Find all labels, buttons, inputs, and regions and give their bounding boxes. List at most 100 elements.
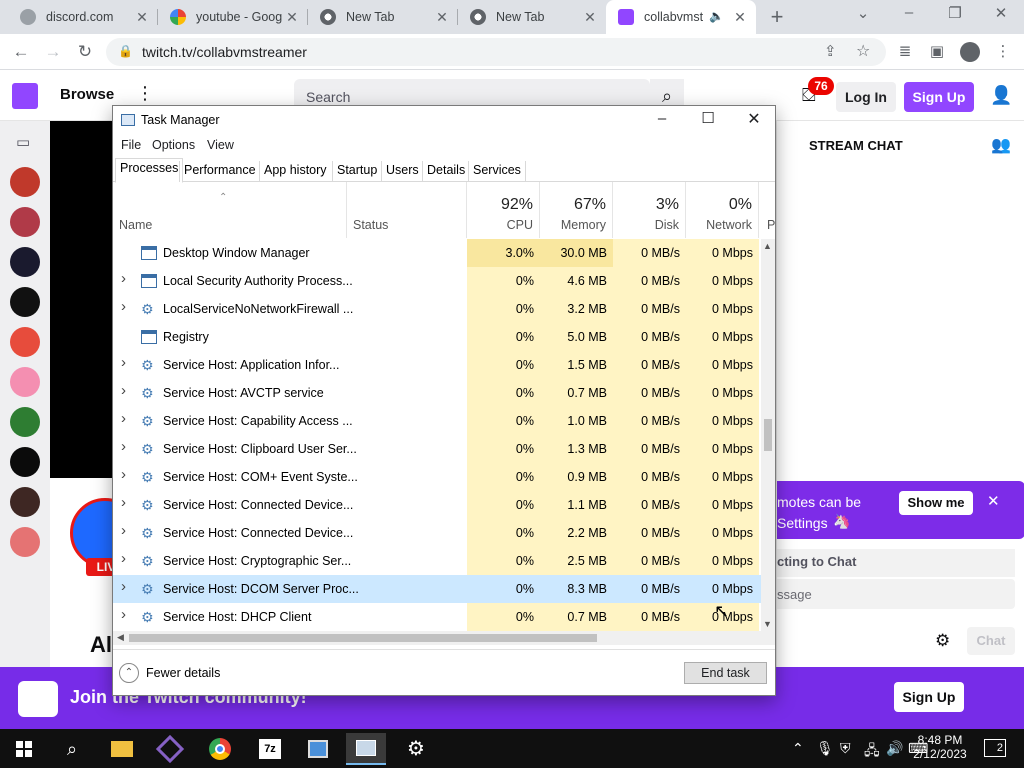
process-row[interactable]: Registry 0% 5.0 MB 0 MB/s 0 Mbps: [113, 323, 763, 351]
address-bar[interactable]: 🔒 twitch.tv/collabvmstreamer ⇪ ☆: [106, 38, 886, 66]
chrome-icon[interactable]: [200, 733, 240, 765]
browse-link[interactable]: Browse: [60, 86, 114, 103]
column-header-power[interactable]: P: [759, 182, 775, 238]
scroll-down-icon[interactable]: ▼: [763, 619, 772, 629]
end-task-button[interactable]: End task: [684, 662, 767, 684]
bookmark-star-icon[interactable]: ☆: [856, 41, 870, 61]
tab-search-icon[interactable]: ⌄: [848, 4, 878, 22]
more-icon[interactable]: ⋮: [136, 83, 154, 104]
expand-chevron-icon[interactable]: ›: [121, 522, 126, 539]
close-window-icon[interactable]: ✕: [986, 4, 1016, 22]
column-header-network[interactable]: 0% Network: [686, 182, 759, 238]
expand-chevron-icon[interactable]: ›: [121, 578, 126, 595]
restore-icon[interactable]: ❐: [940, 4, 970, 22]
chat-send-button[interactable]: Chat: [967, 627, 1015, 655]
user-icon[interactable]: 👤: [990, 85, 1012, 106]
avatar[interactable]: [10, 207, 40, 237]
task-manager-taskbar-icon[interactable]: [346, 733, 386, 765]
expand-chevron-icon[interactable]: ›: [121, 550, 126, 567]
reading-list-icon[interactable]: ≣: [896, 43, 914, 61]
scroll-up-icon[interactable]: ▲: [763, 241, 772, 251]
close-banner-icon[interactable]: ✕: [987, 492, 1000, 510]
join-signup-button[interactable]: Sign Up: [894, 682, 964, 712]
avatar[interactable]: [10, 487, 40, 517]
network-app-icon[interactable]: [298, 733, 338, 765]
more-menu-icon[interactable]: ⋮: [994, 43, 1012, 61]
visual-studio-icon[interactable]: [150, 733, 190, 765]
avatar[interactable]: [10, 367, 40, 397]
process-row[interactable]: › Local Security Authority Process... 0% 4.…: [113, 267, 763, 295]
maximize-icon[interactable]: ☐: [695, 109, 721, 127]
scrollbar-thumb[interactable]: [129, 634, 597, 642]
process-row[interactable]: › ⚙ Service Host: COM+ Event Syste... 0% 0.9…: [113, 463, 763, 491]
network-icon[interactable]: 🖧: [864, 740, 880, 764]
fewer-details-link[interactable]: Fewer details: [146, 666, 220, 680]
menu-view[interactable]: View: [207, 138, 234, 152]
forward-icon[interactable]: →: [42, 41, 64, 63]
reload-icon[interactable]: ↻: [74, 41, 96, 63]
tab-app-history[interactable]: App history: [259, 161, 331, 182]
avatar[interactable]: [10, 287, 40, 317]
tab-processes[interactable]: Processes: [115, 158, 184, 183]
show-me-button[interactable]: Show me: [899, 491, 973, 515]
column-header-disk[interactable]: 3% Disk: [613, 182, 686, 238]
process-row[interactable]: › ⚙ Service Host: Clipboard User Ser... 0% 1…: [113, 435, 763, 463]
expand-chevron-icon[interactable]: ›: [121, 270, 126, 287]
close-tab-icon[interactable]: ✕: [582, 9, 598, 26]
avatar[interactable]: [10, 447, 40, 477]
menu-options[interactable]: Options: [152, 138, 195, 152]
login-button[interactable]: Log In: [836, 82, 896, 112]
chat-message-input[interactable]: ssage: [777, 579, 1015, 609]
avatar[interactable]: [10, 407, 40, 437]
minimize-icon[interactable]: –: [649, 110, 675, 127]
process-row[interactable]: › ⚙ LocalServiceNoNetworkFirewall ... 0% 3.2…: [113, 295, 763, 323]
process-row[interactable]: › ⚙ Service Host: DHCP Client 0% 0.7 MB 0 MB/…: [113, 603, 763, 631]
expand-chevron-icon[interactable]: ›: [121, 494, 126, 511]
7zip-icon[interactable]: 7z: [250, 733, 290, 765]
expand-chevron-icon[interactable]: ›: [121, 466, 126, 483]
expand-chevron-icon[interactable]: ›: [121, 438, 126, 455]
expand-chevron-icon[interactable]: ›: [121, 382, 126, 399]
community-icon[interactable]: 👥: [991, 135, 1011, 155]
close-tab-icon[interactable]: ✕: [434, 9, 450, 26]
expand-chevron-icon[interactable]: ›: [121, 354, 126, 371]
process-row[interactable]: › ⚙ Service Host: Connected Device... 0% 2.2…: [113, 519, 763, 547]
avatar[interactable]: [10, 327, 40, 357]
close-tab-icon[interactable]: ✕: [134, 9, 150, 26]
share-icon[interactable]: ⇪: [824, 42, 837, 60]
start-button[interactable]: [4, 733, 44, 765]
tab-users[interactable]: Users: [381, 161, 423, 182]
process-row[interactable]: › ⚙ Service Host: Application Infor... 0% 1.…: [113, 351, 763, 379]
notification-center-icon[interactable]: 2: [984, 739, 1006, 757]
column-header-cpu[interactable]: 92% CPU: [467, 182, 540, 238]
camera-icon[interactable]: ▭: [16, 133, 30, 151]
volume-icon[interactable]: 🔊: [886, 740, 903, 757]
speaker-icon[interactable]: 🔈: [709, 9, 724, 23]
process-row[interactable]: › ⚙ Service Host: Capability Access ... 0% 1…: [113, 407, 763, 435]
process-row[interactable]: › ⚙ Service Host: DCOM Server Proc... 0% 8.3…: [113, 575, 763, 603]
expand-chevron-icon[interactable]: ›: [121, 410, 126, 427]
settings-gear-icon[interactable]: ⚙: [935, 631, 950, 651]
browser-tab-twitch[interactable]: collabvmst 🔈 ✕: [606, 0, 756, 34]
twitch-logo-icon[interactable]: [12, 83, 38, 109]
vertical-scrollbar[interactable]: ▲ ▼: [761, 239, 775, 631]
collapse-chevron-icon[interactable]: ⌃: [119, 663, 139, 683]
avatar[interactable]: [10, 247, 40, 277]
browser-tab-youtube[interactable]: youtube - Goog ✕: [158, 0, 308, 34]
tab-startup[interactable]: Startup: [332, 161, 381, 182]
settings-gear-icon[interactable]: ⚙: [396, 733, 436, 765]
expand-chevron-icon[interactable]: ›: [121, 606, 126, 623]
scrollbar-thumb[interactable]: [764, 419, 772, 451]
scroll-left-icon[interactable]: ◀: [117, 632, 124, 643]
lock-icon[interactable]: 🔒: [118, 44, 133, 58]
horizontal-scrollbar[interactable]: ◀: [113, 631, 775, 645]
signup-button[interactable]: Sign Up: [904, 82, 974, 112]
new-tab-button[interactable]: +: [764, 4, 790, 30]
browser-tab-discord[interactable]: discord.com ✕: [8, 0, 158, 34]
browser-tab-newtab-1[interactable]: New Tab ✕: [308, 0, 458, 34]
close-window-icon[interactable]: ✕: [741, 109, 767, 129]
tab-details[interactable]: Details: [422, 161, 469, 182]
avatar[interactable]: [10, 167, 40, 197]
process-row[interactable]: › ⚙ Service Host: Connected Device... 0% 1.1…: [113, 491, 763, 519]
expand-chevron-icon[interactable]: ›: [121, 298, 126, 315]
